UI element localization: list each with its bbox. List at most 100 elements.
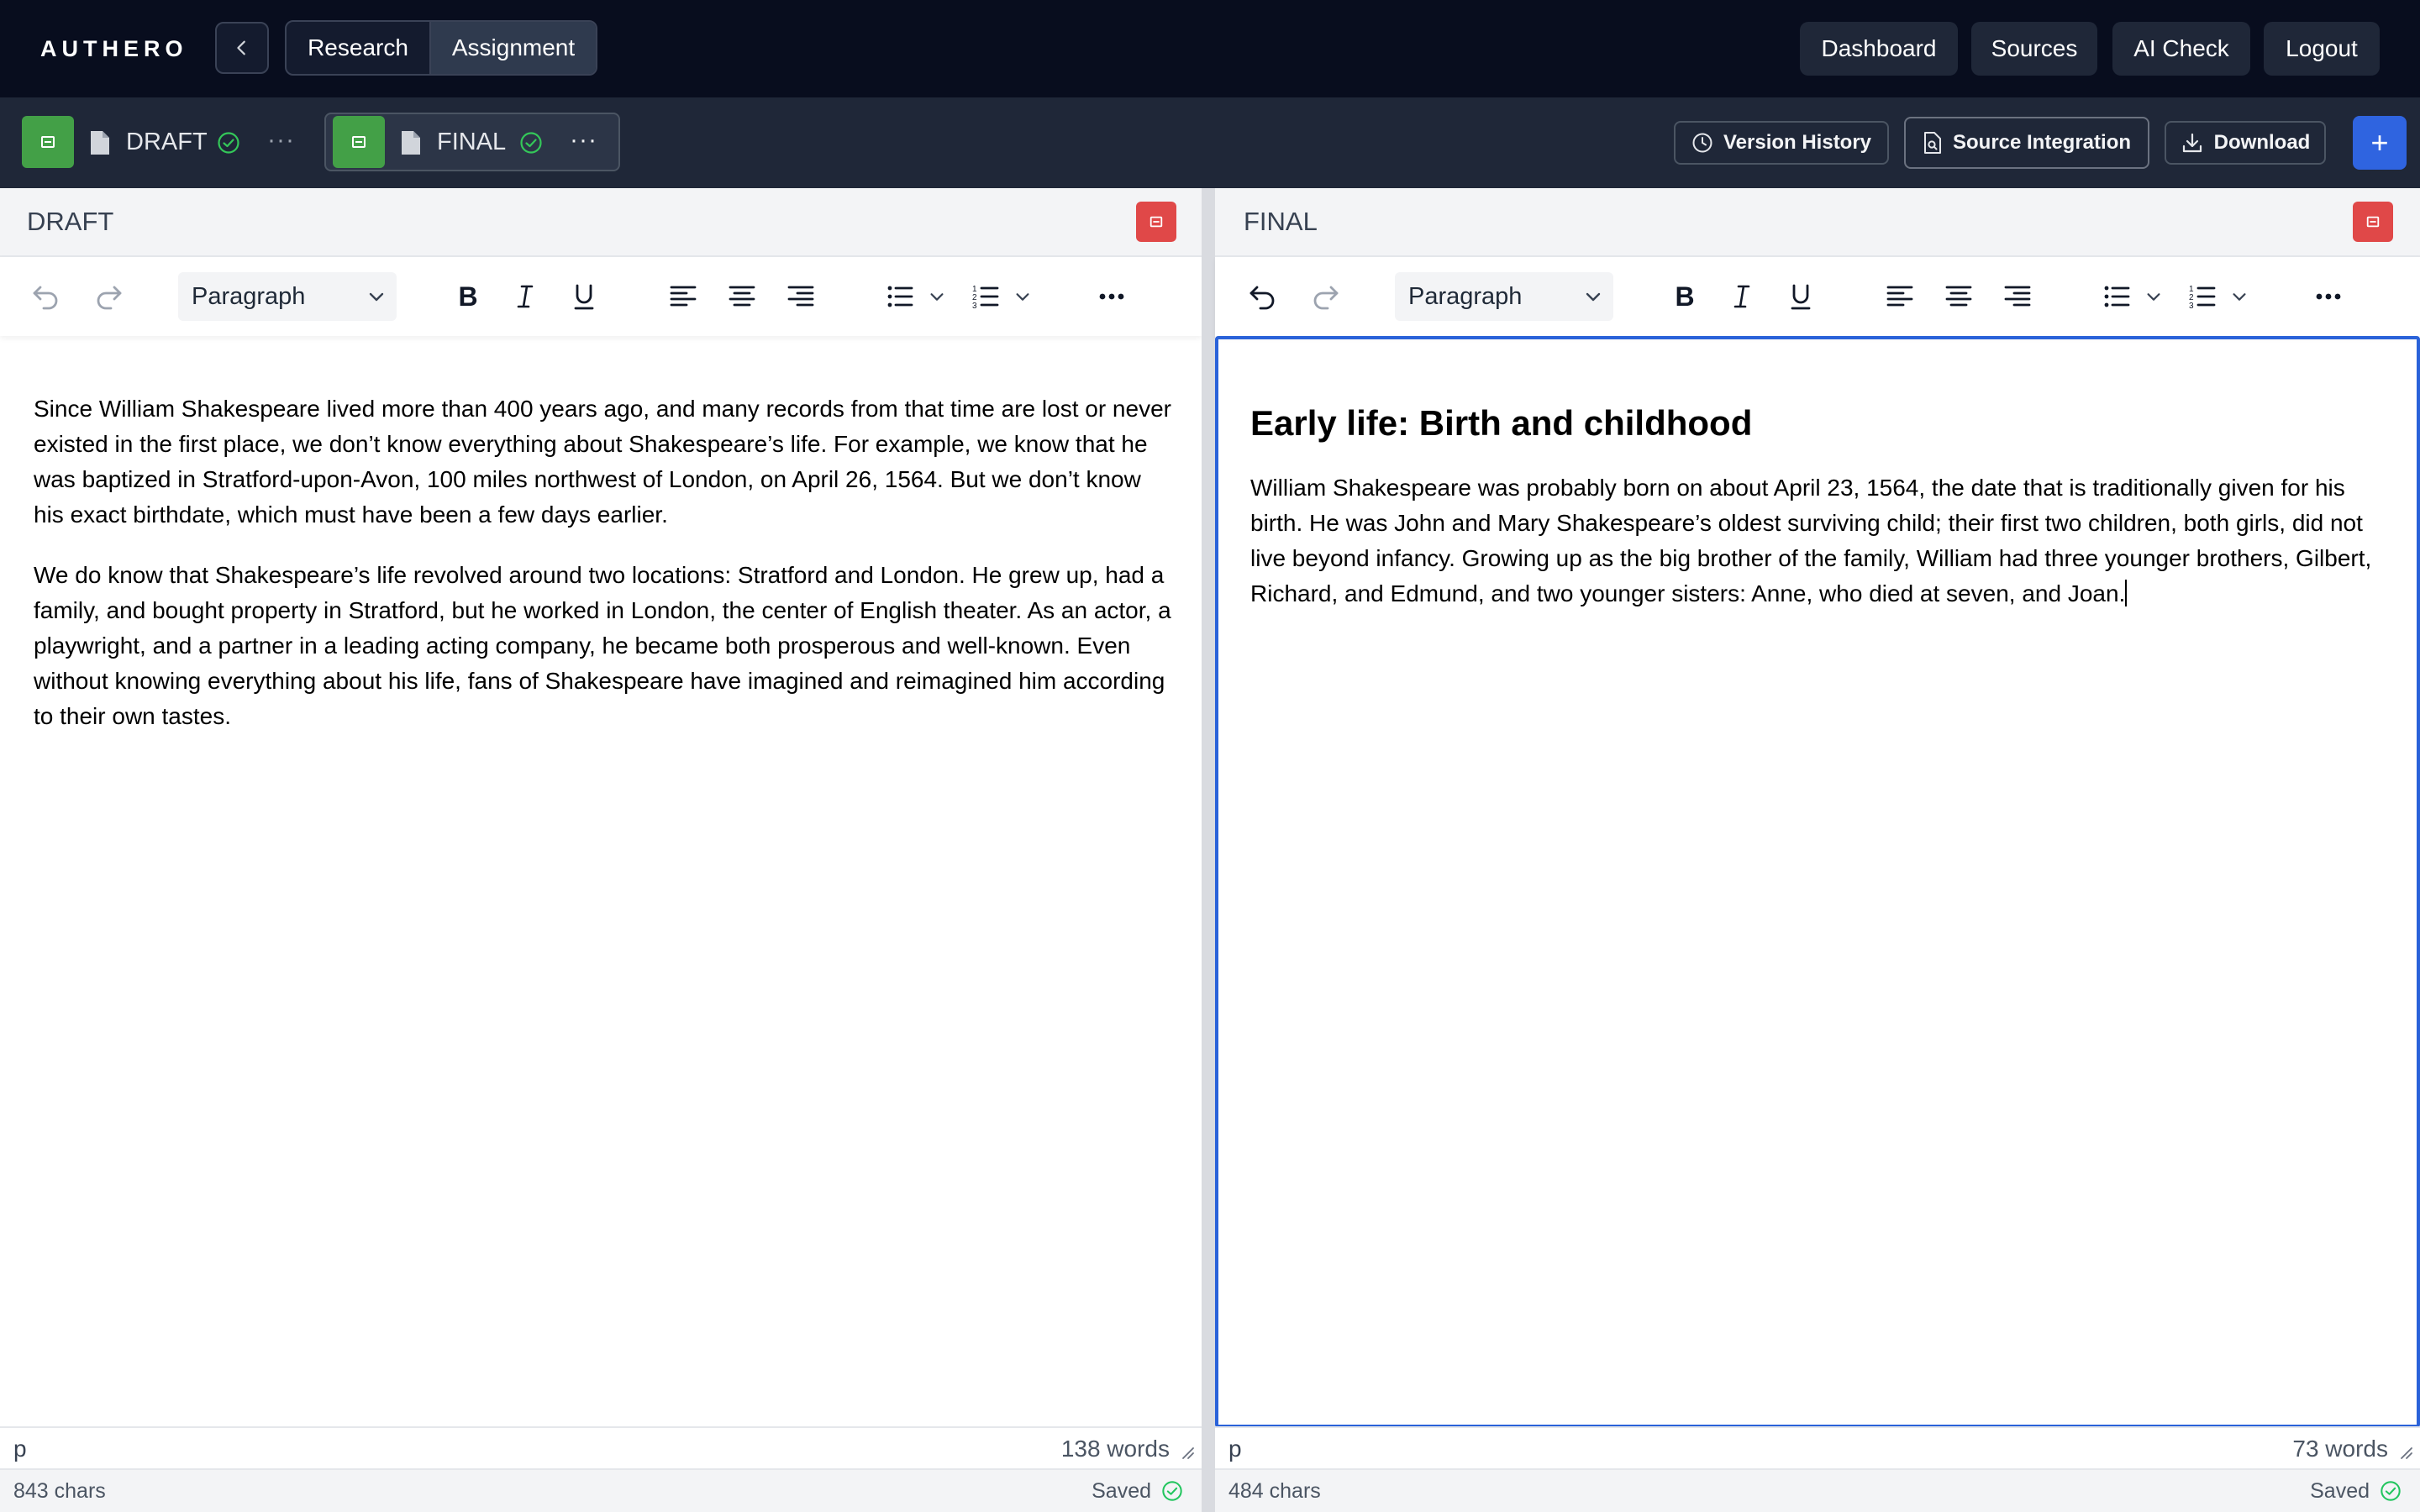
brand-logo[interactable]: AUTHERO bbox=[40, 0, 188, 97]
undo-icon bbox=[33, 286, 58, 310]
align-left-button[interactable] bbox=[1881, 277, 1919, 316]
align-center-button[interactable] bbox=[723, 277, 761, 316]
numbered-list-dropdown[interactable] bbox=[2227, 277, 2252, 316]
italic-icon bbox=[517, 285, 534, 308]
align-right-button[interactable] bbox=[1998, 277, 2037, 316]
back-button[interactable] bbox=[215, 22, 269, 74]
underline-button[interactable] bbox=[1781, 277, 1820, 316]
bullet-list-button[interactable] bbox=[881, 277, 919, 316]
panel-icon bbox=[352, 136, 366, 148]
draft-editor[interactable]: Since William Shakespeare lived more tha… bbox=[0, 336, 1202, 1428]
more-options-button[interactable] bbox=[2309, 277, 2348, 316]
char-count: 484 chars bbox=[1228, 1479, 1321, 1503]
editor-status-bar: p 138 words bbox=[0, 1426, 1202, 1470]
version-history-button[interactable]: Version History bbox=[1674, 121, 1889, 165]
redo-button[interactable] bbox=[1306, 277, 1344, 316]
italic-button[interactable] bbox=[1723, 277, 1761, 316]
final-editor[interactable]: Early life: Birth and childhood William … bbox=[1215, 336, 2420, 1428]
tab-research[interactable]: Research bbox=[287, 22, 429, 74]
word-count[interactable]: 73 words bbox=[2292, 1428, 2388, 1470]
tab-assignment[interactable]: Assignment bbox=[429, 22, 596, 74]
bullet-list-icon bbox=[2104, 286, 2130, 307]
word-count[interactable]: 138 words bbox=[1061, 1428, 1170, 1470]
resize-handle-icon[interactable] bbox=[1180, 1445, 1195, 1460]
check-circle-icon bbox=[218, 132, 239, 154]
editor-toolbar: Paragraph B 123 bbox=[0, 257, 1202, 336]
block-type-select[interactable]: Paragraph bbox=[178, 272, 397, 321]
align-center-icon bbox=[729, 286, 755, 307]
save-status: Saved bbox=[1092, 1479, 1151, 1503]
bold-icon: B bbox=[1675, 281, 1694, 312]
draft-more-button[interactable]: ··· bbox=[267, 126, 295, 155]
source-integration-button[interactable]: Source Integration bbox=[1904, 117, 2149, 169]
close-pane-button[interactable] bbox=[1136, 202, 1176, 242]
file-icon bbox=[402, 131, 420, 155]
bullet-list-dropdown[interactable] bbox=[2141, 277, 2166, 316]
numbered-list-dropdown[interactable] bbox=[1010, 277, 1035, 316]
final-paragraph-text[interactable]: William Shakespeare was probably born on… bbox=[1250, 475, 2371, 606]
align-center-button[interactable] bbox=[1939, 277, 1978, 316]
align-right-icon bbox=[2004, 286, 2031, 307]
editor-status-bar: p 73 words bbox=[1215, 1426, 2420, 1470]
chevron-down-icon bbox=[2147, 293, 2160, 301]
redo-button[interactable] bbox=[89, 277, 128, 316]
underline-button[interactable] bbox=[565, 277, 603, 316]
tab-final[interactable]: FINAL bbox=[437, 129, 506, 156]
char-count: 843 chars bbox=[13, 1479, 106, 1503]
logout-button[interactable]: Logout bbox=[2264, 22, 2380, 76]
chevron-down-icon bbox=[930, 293, 944, 301]
align-left-button[interactable] bbox=[664, 277, 702, 316]
numbered-list-icon: 123 bbox=[972, 285, 999, 311]
final-more-button[interactable]: ··· bbox=[570, 126, 597, 155]
draft-paragraph[interactable]: Since William Shakespeare lived more tha… bbox=[34, 391, 1176, 533]
check-circle-icon bbox=[2381, 1481, 2401, 1501]
pane-resize-divider[interactable] bbox=[1202, 188, 1215, 1512]
bullet-list-icon bbox=[887, 286, 913, 307]
draft-content[interactable]: Since William Shakespeare lived more tha… bbox=[34, 391, 1176, 759]
draft-toggle-button[interactable] bbox=[22, 116, 74, 168]
undo-button[interactable] bbox=[27, 277, 66, 316]
tab-draft[interactable]: DRAFT bbox=[126, 129, 208, 156]
numbered-list-icon: 123 bbox=[2189, 285, 2216, 311]
block-type-select[interactable]: Paragraph bbox=[1395, 272, 1613, 321]
align-left-icon bbox=[1886, 286, 1913, 307]
tab-final-container[interactable]: FINAL ··· bbox=[324, 113, 620, 171]
close-pane-button[interactable] bbox=[2353, 202, 2393, 242]
editor-toolbar: Paragraph B 123 bbox=[1215, 257, 2420, 336]
top-navigation-bar: AUTHERO Research Assignment Dashboard So… bbox=[0, 0, 2420, 97]
undo-icon bbox=[1249, 286, 1275, 310]
undo-button[interactable] bbox=[1244, 277, 1282, 316]
content-heading[interactable]: Early life: Birth and childhood bbox=[1250, 402, 2393, 445]
final-content[interactable]: Early life: Birth and childhood William … bbox=[1250, 402, 2393, 637]
numbered-list-button[interactable]: 123 bbox=[2183, 277, 2222, 316]
align-right-button[interactable] bbox=[781, 277, 820, 316]
download-label: Download bbox=[2213, 131, 2311, 154]
chevron-left-icon bbox=[237, 40, 245, 55]
download-icon bbox=[2182, 133, 2202, 153]
bold-button[interactable]: B bbox=[1665, 277, 1704, 316]
ai-check-button[interactable]: AI Check bbox=[2112, 22, 2250, 76]
sources-button[interactable]: Sources bbox=[1971, 22, 2097, 76]
dashboard-button[interactable]: Dashboard bbox=[1800, 22, 1958, 76]
more-options-button[interactable] bbox=[1092, 277, 1131, 316]
final-toggle-button[interactable] bbox=[333, 116, 385, 168]
element-path[interactable]: p bbox=[1228, 1428, 1242, 1470]
panel-icon bbox=[41, 136, 55, 148]
chevron-down-icon bbox=[1586, 292, 1601, 302]
add-document-button[interactable]: + bbox=[2353, 116, 2407, 170]
italic-button[interactable] bbox=[506, 277, 544, 316]
bullet-list-dropdown[interactable] bbox=[924, 277, 950, 316]
bold-button[interactable]: B bbox=[449, 277, 487, 316]
download-button[interactable]: Download bbox=[2165, 121, 2326, 165]
bullet-list-button[interactable] bbox=[2097, 277, 2136, 316]
element-path[interactable]: p bbox=[13, 1428, 27, 1470]
numbered-list-button[interactable]: 123 bbox=[966, 277, 1005, 316]
align-right-icon bbox=[787, 286, 814, 307]
final-paragraph[interactable]: William Shakespeare was probably born on… bbox=[1250, 470, 2393, 612]
resize-handle-icon[interactable] bbox=[2398, 1445, 2413, 1460]
draft-pane: DRAFT Paragraph B 1 2 3 Since William Sh… bbox=[0, 188, 1202, 1512]
redo-icon bbox=[97, 286, 122, 310]
draft-paragraph[interactable]: We do know that Shakespeare’s life revol… bbox=[34, 558, 1176, 734]
document-tab-bar: DRAFT ··· FINAL ··· Version History Sour… bbox=[0, 97, 2420, 188]
text-caret bbox=[2125, 580, 2128, 606]
